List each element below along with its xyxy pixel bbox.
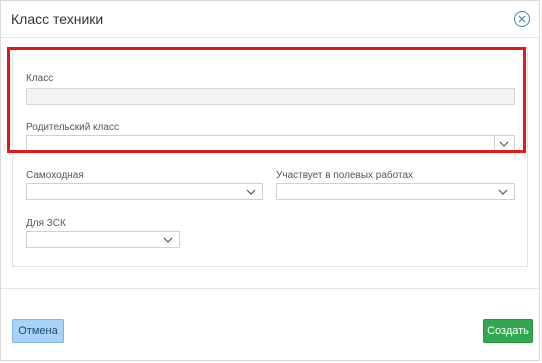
create-button[interactable]: Создать: [483, 319, 533, 343]
form-panel: Класс Родительский класс Самоходная Учас…: [12, 47, 528, 267]
dialog-header: Класс техники: [1, 1, 539, 38]
field-work-select[interactable]: [276, 183, 515, 200]
chevron-down-icon: [498, 189, 508, 195]
zsk-label: Для ЗСК: [26, 218, 66, 229]
self-propelled-label: Самоходная: [26, 170, 84, 181]
zsk-select[interactable]: [26, 231, 180, 248]
class-field[interactable]: [26, 88, 515, 105]
chevron-down-icon: [163, 237, 173, 243]
dialog: Класс техники Класс Родительский класс С…: [0, 0, 540, 361]
class-label: Класс: [26, 73, 54, 84]
parent-class-label: Родительский класс: [26, 122, 119, 133]
cancel-button[interactable]: Отмена: [12, 319, 64, 343]
parent-class-dropdown-toggle[interactable]: [494, 136, 514, 151]
close-icon: [518, 15, 526, 23]
close-button[interactable]: [514, 11, 530, 27]
field-work-label: Участвует в полевых работах: [276, 170, 414, 181]
chevron-down-icon: [246, 189, 256, 195]
footer-divider: [1, 288, 539, 289]
dialog-title: Класс техники: [11, 11, 104, 27]
parent-class-select[interactable]: [26, 135, 515, 152]
chevron-down-icon: [499, 141, 509, 147]
self-propelled-select[interactable]: [26, 183, 263, 200]
